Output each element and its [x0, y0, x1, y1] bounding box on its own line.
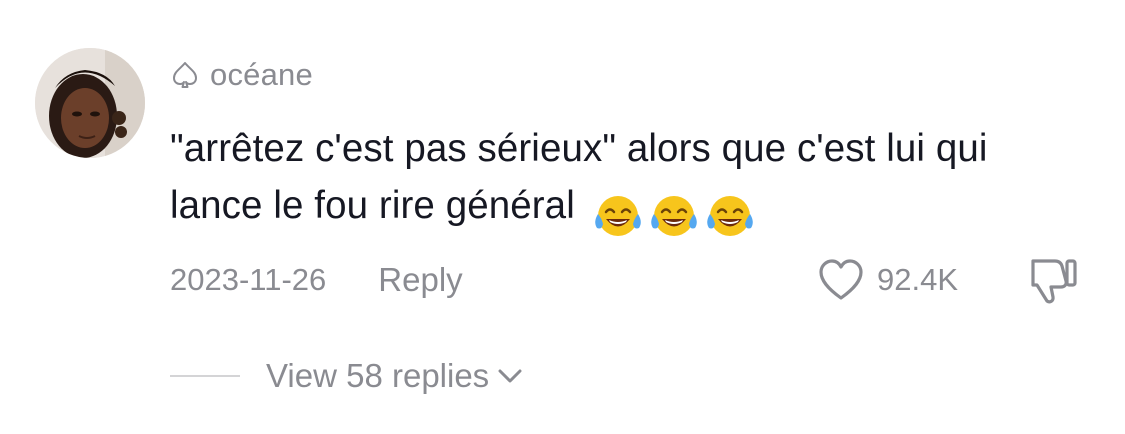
like-count: 92.4K [877, 262, 959, 297]
comment-text: "arrêtez c'est pas sérieux" alors que c'… [170, 127, 988, 227]
comment-body: "arrêtez c'est pas sérieux" alors que c'… [170, 120, 1070, 242]
avatar[interactable] [35, 48, 145, 158]
replies-divider [170, 375, 240, 377]
heart-outline-icon[interactable] [817, 258, 865, 302]
spade-icon [170, 60, 200, 90]
face-with-tears-of-joy-icon [592, 192, 644, 240]
emoji-group [592, 185, 760, 242]
author-row: océane [170, 55, 313, 95]
view-replies-label[interactable]: View 58 replies [266, 357, 489, 395]
author-name[interactable]: océane [210, 57, 313, 93]
dislike-button[interactable] [1025, 255, 1081, 307]
chevron-down-icon[interactable] [497, 367, 523, 385]
reply-button[interactable]: Reply [378, 261, 462, 299]
like-button[interactable]: 92.4K [817, 255, 958, 305]
avatar-image [35, 48, 145, 158]
comment-meta: 2023-11-26 Reply [170, 258, 463, 302]
face-with-tears-of-joy-icon [704, 192, 756, 240]
comment-date: 2023-11-26 [170, 262, 327, 297]
view-replies-button[interactable]: View 58 replies [170, 352, 523, 400]
thumbs-down-icon[interactable] [1025, 255, 1081, 307]
face-with-tears-of-joy-icon [648, 192, 700, 240]
comment-item: océane "arrêtez c'est pas sérieux" alors… [0, 0, 1125, 434]
